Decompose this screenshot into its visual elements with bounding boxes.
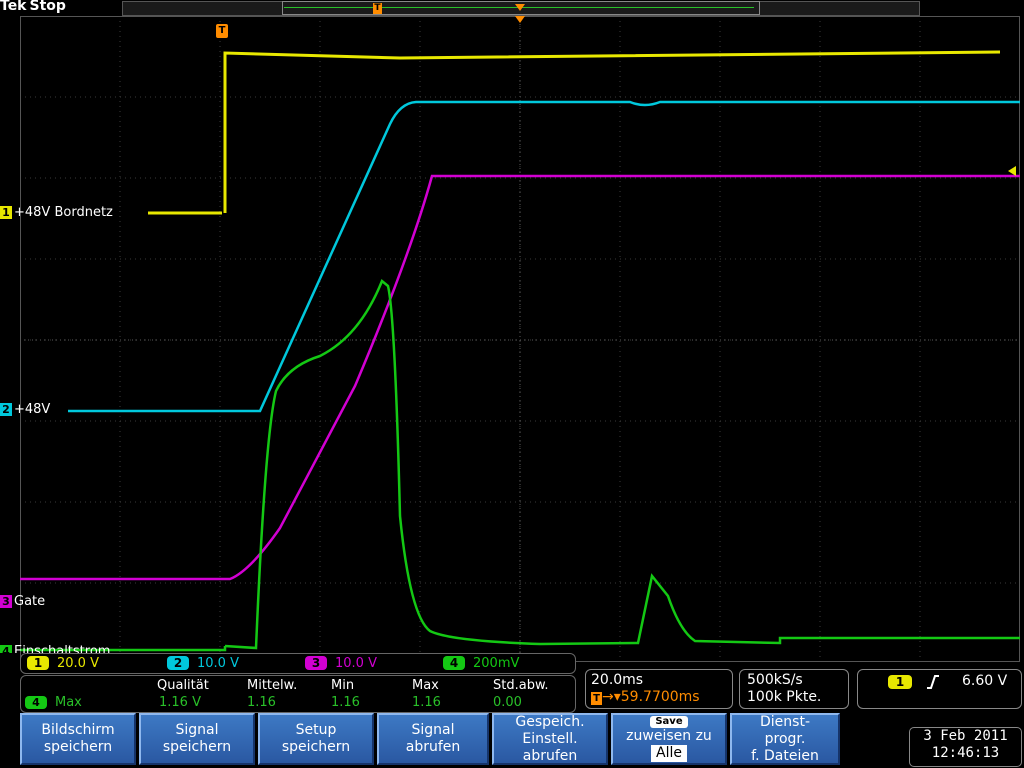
- button-label-selected: Alle: [651, 745, 687, 762]
- meas-value-max: 1.16: [412, 695, 441, 710]
- record-trigger-marker: T: [373, 3, 382, 14]
- ch2-scale-badge: 2: [167, 656, 189, 670]
- ch4-scale-badge: 4: [443, 656, 465, 670]
- ch2-scale-value: 10.0 V: [197, 656, 239, 671]
- time-scale: 20.0ms: [591, 672, 644, 688]
- channel-1-label[interactable]: 1 +48V Bordnetz: [0, 205, 113, 220]
- ch4-scale[interactable]: 4 200mV: [443, 656, 519, 671]
- meas-header-stddev: Std.abw.: [493, 678, 549, 693]
- button-label-line: Dienst-: [760, 713, 810, 730]
- trigger-position-value: 59.7700ms: [620, 689, 700, 705]
- assign-save-button[interactable]: Save zuweisen zu Alle: [611, 713, 727, 765]
- waveform-graticule[interactable]: [20, 16, 1020, 662]
- button-label-line: speichern: [43, 739, 113, 755]
- trigger-readout[interactable]: 1 6.60 V: [857, 669, 1022, 709]
- ch3-scale-value: 10.0 V: [335, 656, 377, 671]
- date: 3 Feb 2011: [923, 728, 1008, 744]
- channel-3-name: Gate: [14, 594, 46, 609]
- ch1-scale-badge: 1: [27, 656, 49, 670]
- button-label-line: Signal: [411, 722, 455, 738]
- button-label-line: zuweisen zu: [626, 728, 712, 744]
- save-screen-button[interactable]: Bildschirm speichern: [20, 713, 136, 765]
- trigger-source-badge: 1: [888, 675, 912, 689]
- ch1-scale[interactable]: 1 20.0 V: [27, 656, 99, 671]
- acquisition-state: Stop: [29, 0, 66, 14]
- button-label-line: abrufen: [405, 739, 461, 755]
- acquisition-readout[interactable]: 500kS/s 100k Pkte.: [739, 669, 849, 709]
- sample-rate: 500kS/s: [747, 672, 803, 688]
- rising-edge-icon: [927, 675, 939, 689]
- ch3-scale[interactable]: 3 10.0 V: [305, 656, 377, 671]
- meas-header-min: Min: [331, 678, 355, 693]
- button-label-line: speichern: [162, 739, 232, 755]
- ch1-scale-value: 20.0 V: [57, 656, 99, 671]
- button-label-line: progr.: [764, 730, 806, 747]
- meas-header-max: Max: [412, 678, 439, 693]
- expansion-marker-top: [515, 16, 525, 23]
- channel-2-label[interactable]: 2 +48V: [0, 402, 50, 417]
- channel-2-name: +48V: [14, 402, 51, 417]
- channel-1-name: +48V Bordnetz: [14, 205, 113, 220]
- channel-1-badge: 1: [0, 206, 12, 219]
- trigger-level-marker[interactable]: [1008, 166, 1016, 176]
- channel-4-name: Einschaltstrom: [14, 644, 111, 653]
- save-setup-button[interactable]: Setup speichern: [258, 713, 374, 765]
- button-label-line: Bildschirm: [41, 722, 115, 738]
- channel-3-label[interactable]: 3 Gate: [0, 594, 45, 609]
- trigger-position-icon: T: [591, 692, 602, 705]
- vertical-scale-bar[interactable]: 1 20.0 V 2 10.0 V 3 10.0 V 4 200mV: [20, 653, 576, 674]
- button-label-line: f. Dateien: [751, 747, 819, 764]
- channel-2-badge: 2: [0, 403, 12, 416]
- channel-3-badge: 3: [0, 595, 12, 608]
- brand-name: Tek: [0, 0, 27, 14]
- date-time-display: 3 Feb 2011 12:46:13: [909, 727, 1022, 767]
- measurement-source-badge: 4: [25, 696, 47, 709]
- meas-value-mean: 1.16: [247, 695, 276, 710]
- recall-setup-button[interactable]: Gespeich. Einstell. abrufen: [492, 713, 608, 765]
- recall-waveform-button[interactable]: Signal abrufen: [377, 713, 489, 765]
- meas-value-quality: 1.16 V: [159, 695, 201, 710]
- brand-label: Tek Stop: [0, 0, 66, 14]
- trigger-position: T →▾59.7700ms: [591, 689, 700, 705]
- channel-2-trace: [68, 100, 1020, 413]
- record-length: 100k Pkte.: [747, 689, 822, 705]
- ch3-scale-badge: 3: [305, 656, 327, 670]
- channel-4-badge: 4: [0, 645, 12, 653]
- trigger-position-marker[interactable]: T: [216, 24, 228, 38]
- measurement-type: Max: [55, 695, 82, 710]
- file-utilities-button[interactable]: Dienst-progr. f. Dateien: [730, 713, 840, 765]
- trigger-arrow-icon: →▾: [602, 689, 621, 705]
- trigger-level: 6.60 V: [962, 673, 1008, 689]
- expansion-point-marker: [515, 4, 525, 11]
- time: 12:46:13: [931, 745, 1000, 761]
- button-label-line: Signal: [175, 722, 219, 738]
- grid-lines: [20, 16, 1020, 662]
- button-label-line: speichern: [281, 739, 351, 755]
- save-badge: Save: [650, 716, 688, 728]
- meas-value-stddev: 0.00: [493, 695, 522, 710]
- ch4-scale-value: 200mV: [473, 656, 520, 671]
- channel-1-trace: [148, 50, 1001, 215]
- meas-header-quality: Qualität: [157, 678, 209, 693]
- ch2-scale[interactable]: 2 10.0 V: [167, 656, 239, 671]
- timebase-readout[interactable]: 20.0ms T →▾59.7700ms: [585, 669, 733, 709]
- button-label-line: Setup: [295, 722, 337, 738]
- save-waveform-button[interactable]: Signal speichern: [139, 713, 255, 765]
- meas-value-min: 1.16: [331, 695, 360, 710]
- button-label-line: abrufen: [522, 747, 578, 764]
- channel-4-label[interactable]: 4 Einschaltstrom: [0, 644, 110, 653]
- meas-header-mean: Mittelw.: [247, 678, 298, 693]
- button-label-line: Einstell.: [522, 730, 578, 747]
- button-label-line: Gespeich.: [515, 713, 585, 730]
- measurement-panel[interactable]: 4 Max Qualität Mittelw. Min Max Std.abw.…: [20, 675, 576, 713]
